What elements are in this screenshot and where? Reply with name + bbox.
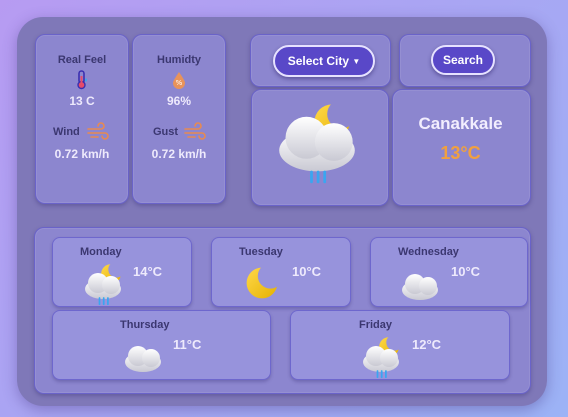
forecast-day-name: Wednesday: [398, 246, 459, 258]
cloud-icon: [402, 274, 438, 300]
forecast-temp: 10°C: [451, 264, 481, 279]
moon-cloud-rain-icon: [363, 358, 399, 379]
gust-value: 0.72 km/h: [151, 147, 207, 161]
cloud-icon: [125, 346, 161, 372]
weather-card: Real Feel 13 C Wind 0.72 km/h Humidty % …: [17, 17, 547, 406]
forecast-temp: 12°C: [412, 337, 442, 352]
forecast-day-monday: [52, 237, 192, 307]
forecast-temp: 14°C: [133, 264, 163, 279]
forecast-day-name: Tuesday: [239, 246, 283, 258]
city-name: Canakkale: [418, 114, 503, 133]
forecast-day-friday: [290, 310, 510, 380]
svg-text:%: %: [176, 79, 183, 87]
humidity-drop-icon: %: [173, 72, 185, 89]
forecast-day-name: Thursday: [120, 319, 170, 331]
real-feel-label: Real Feel: [57, 54, 107, 66]
gust-label: Gust: [153, 126, 179, 138]
forecast-day-name: Friday: [359, 319, 393, 331]
forecast-temp: 10°C: [292, 264, 322, 279]
select-city-label: Select City: [287, 54, 350, 68]
chevron-down-icon: ▼: [352, 56, 361, 66]
search-button[interactable]: Search: [431, 45, 495, 75]
humidity-value: 96%: [166, 94, 192, 108]
forecast-day-name: Monday: [80, 246, 122, 258]
wind-label: Wind: [53, 126, 80, 138]
wind-icon: [184, 122, 206, 140]
wind-icon: [87, 122, 109, 140]
moon-cloud-rain-icon: [85, 285, 121, 306]
humidity-label: Humidty: [157, 54, 201, 66]
moon-cloud-rain-icon: [279, 142, 355, 184]
crescent-moon-icon: [262, 283, 263, 284]
forecast-temp: 11°C: [173, 337, 202, 352]
select-city-dropdown[interactable]: Select City ▼: [273, 45, 375, 77]
current-temperature: 13°C: [440, 143, 481, 163]
wind-value: 0.72 km/h: [54, 147, 110, 161]
real-feel-value: 13 C: [69, 94, 95, 108]
thermometer-icon: [77, 70, 87, 90]
